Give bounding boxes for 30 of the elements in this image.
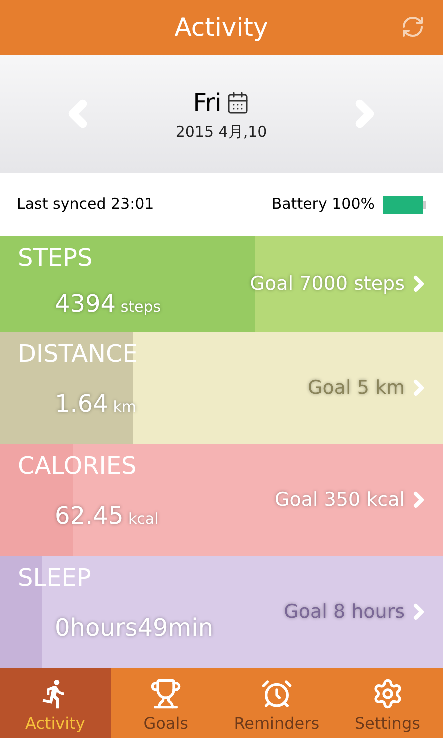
- sync-button[interactable]: [401, 15, 425, 39]
- metric-value: 4394 steps: [55, 289, 162, 320]
- last-synced-text: Last synced 23:01: [17, 194, 154, 216]
- metric-row[interactable]: STEPS 4394 steps Goal 7000 steps: [0, 236, 443, 332]
- metric-value: 1.64 km: [55, 389, 137, 420]
- metric-label: SLEEP: [18, 563, 92, 594]
- metric-value: 62.45 kcal: [55, 501, 159, 532]
- goal-text: Goal 7000 steps: [250, 272, 405, 297]
- nav-tab[interactable]: Activity: [0, 668, 111, 738]
- goal-text: Goal 350 kcal: [275, 488, 405, 513]
- calendar-icon[interactable]: [226, 90, 250, 115]
- goal-text: Goal 5 km: [308, 376, 405, 401]
- goal-text: Goal 8 hours: [284, 600, 405, 625]
- page-title: Activity: [174, 12, 268, 44]
- alarm-clock-icon: [260, 678, 293, 710]
- day-label: Fri: [193, 88, 222, 119]
- nav-tab[interactable]: Goals: [110, 668, 222, 738]
- nav-tab[interactable]: Reminders: [222, 668, 332, 738]
- metric-label: DISTANCE: [18, 339, 138, 370]
- trophy-icon: [150, 678, 182, 710]
- date-label: 2015 4月,10: [176, 122, 268, 143]
- battery-icon: [383, 196, 426, 214]
- metric-row[interactable]: DISTANCE 1.64 km Goal 5 km: [0, 332, 443, 444]
- metric-label: STEPS: [18, 243, 93, 274]
- metric-label: CALORIES: [18, 451, 137, 482]
- refresh-icon: [401, 15, 425, 39]
- metric-row[interactable]: CALORIES 62.45 kcal Goal 350 kcal: [0, 444, 443, 556]
- battery-text: Battery 100%: [272, 194, 375, 216]
- settings-icon: [372, 678, 404, 710]
- nav-tab[interactable]: Settings: [332, 668, 443, 738]
